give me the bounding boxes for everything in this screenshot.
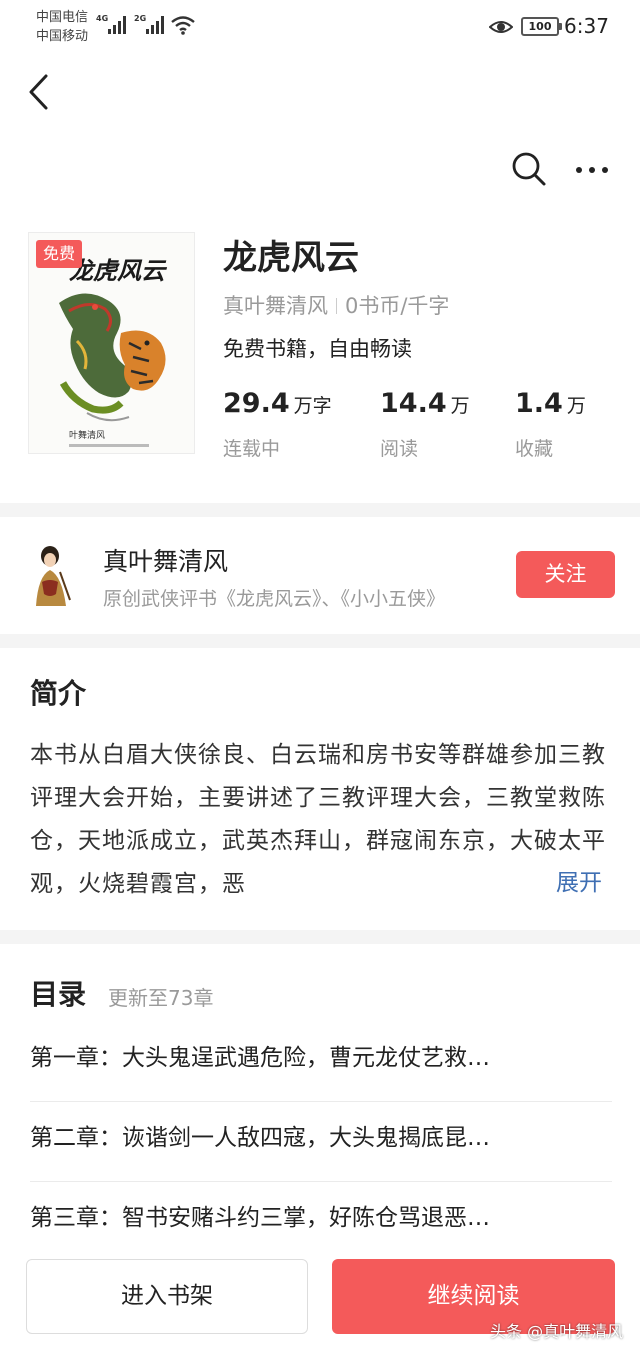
search-icon xyxy=(512,152,546,186)
author-name[interactable]: 真叶舞清风 xyxy=(103,542,228,578)
stat-unit: 万字 xyxy=(293,395,332,417)
section-divider xyxy=(0,634,640,648)
add-to-shelf-button[interactable]: 进入书架 xyxy=(26,1259,308,1334)
author-avatar-image xyxy=(26,542,74,608)
section-divider xyxy=(0,930,640,944)
more-options-button[interactable] xyxy=(570,150,614,190)
stat-label: 连载中 xyxy=(223,438,281,460)
network-type-1: 4G xyxy=(96,14,109,23)
back-button[interactable] xyxy=(22,70,62,114)
watermark: 头条 @真叶舞清风 xyxy=(490,1322,624,1341)
author-avatar[interactable] xyxy=(26,542,74,608)
stat-number: 1.4 xyxy=(515,388,563,419)
stat-unit: 万 xyxy=(450,395,470,417)
chapter-title: 第二章：诙谐剑一人敌四寇，大头鬼揭底昆… xyxy=(30,1125,490,1151)
section-divider xyxy=(0,503,640,517)
book-title: 龙虎风云 xyxy=(223,238,359,278)
stat-label: 阅读 xyxy=(380,438,419,460)
book-price: 0书币/千字 xyxy=(345,294,450,318)
intro-heading: 简介 xyxy=(30,677,87,710)
book-author[interactable]: 真叶舞清风 xyxy=(223,294,328,318)
battery-indicator: 100 xyxy=(521,17,562,36)
book-tagline: 免费书籍，自由畅读 xyxy=(223,337,412,361)
more-dots-icon xyxy=(576,167,608,173)
status-time: 6:37 xyxy=(564,14,609,38)
meta-divider xyxy=(336,298,337,314)
chapter-title: 第一章：大头鬼逞武遇危险，曹元龙仗艺救… xyxy=(30,1045,490,1071)
author-description: 原创武侠评书《龙虎风云》、《小小五侠》 xyxy=(103,588,446,610)
follow-button[interactable]: 关注 xyxy=(516,551,615,598)
search-button[interactable] xyxy=(508,148,550,190)
carrier-label-2: 中国移动 xyxy=(36,29,89,44)
signal-strength-icon xyxy=(146,14,166,34)
network-type-2: 2G xyxy=(134,14,147,23)
chapter-title: 第三章：智书安赌斗约三掌，好陈仓骂退恶… xyxy=(30,1205,490,1231)
stat-favorites: 1.4 万 xyxy=(515,388,586,419)
stat-label: 收藏 xyxy=(515,438,554,460)
stat-number: 14.4 xyxy=(380,388,447,419)
stat-word-count: 29.4 万字 xyxy=(223,388,332,419)
chapter-item[interactable]: 第一章：大头鬼逞武遇危险，曹元龙仗艺救… xyxy=(30,1022,612,1102)
stat-reads: 14.4 万 xyxy=(380,388,470,419)
status-bar: 中国电信 中国移动 4G 2G 100 6:37 xyxy=(0,0,640,52)
book-cover[interactable]: 龙虎风云 叶舞清风 免费 xyxy=(28,232,195,454)
stat-number: 29.4 xyxy=(223,388,290,419)
chapter-item[interactable]: 第二章：诙谐剑一人敌四寇，大头鬼揭底昆… xyxy=(30,1102,612,1182)
stat-unit: 万 xyxy=(566,395,586,417)
svg-text:龙虎风云: 龙虎风云 xyxy=(69,256,168,285)
free-badge: 免费 xyxy=(36,240,83,268)
expand-button[interactable]: 展开 xyxy=(532,865,602,905)
wifi-icon xyxy=(171,16,195,35)
catalog-heading[interactable]: 目录 xyxy=(30,973,86,1013)
carrier-label-1: 中国电信 xyxy=(36,10,89,25)
signal-strength-icon xyxy=(108,14,128,34)
chevron-left-icon xyxy=(29,74,48,110)
cover-author-text: 叶舞清风 xyxy=(69,429,105,441)
book-meta-line: 真叶舞清风 0书币/千字 xyxy=(223,290,449,320)
intro-text: 本书从白眉大侠徐良、白云瑞和房书安等群雄参加三教评理大会开始，主要讲述了三教评理… xyxy=(30,742,606,897)
catalog-update-status[interactable]: 更新至73章 xyxy=(108,982,213,1011)
eye-comfort-icon xyxy=(489,21,513,33)
